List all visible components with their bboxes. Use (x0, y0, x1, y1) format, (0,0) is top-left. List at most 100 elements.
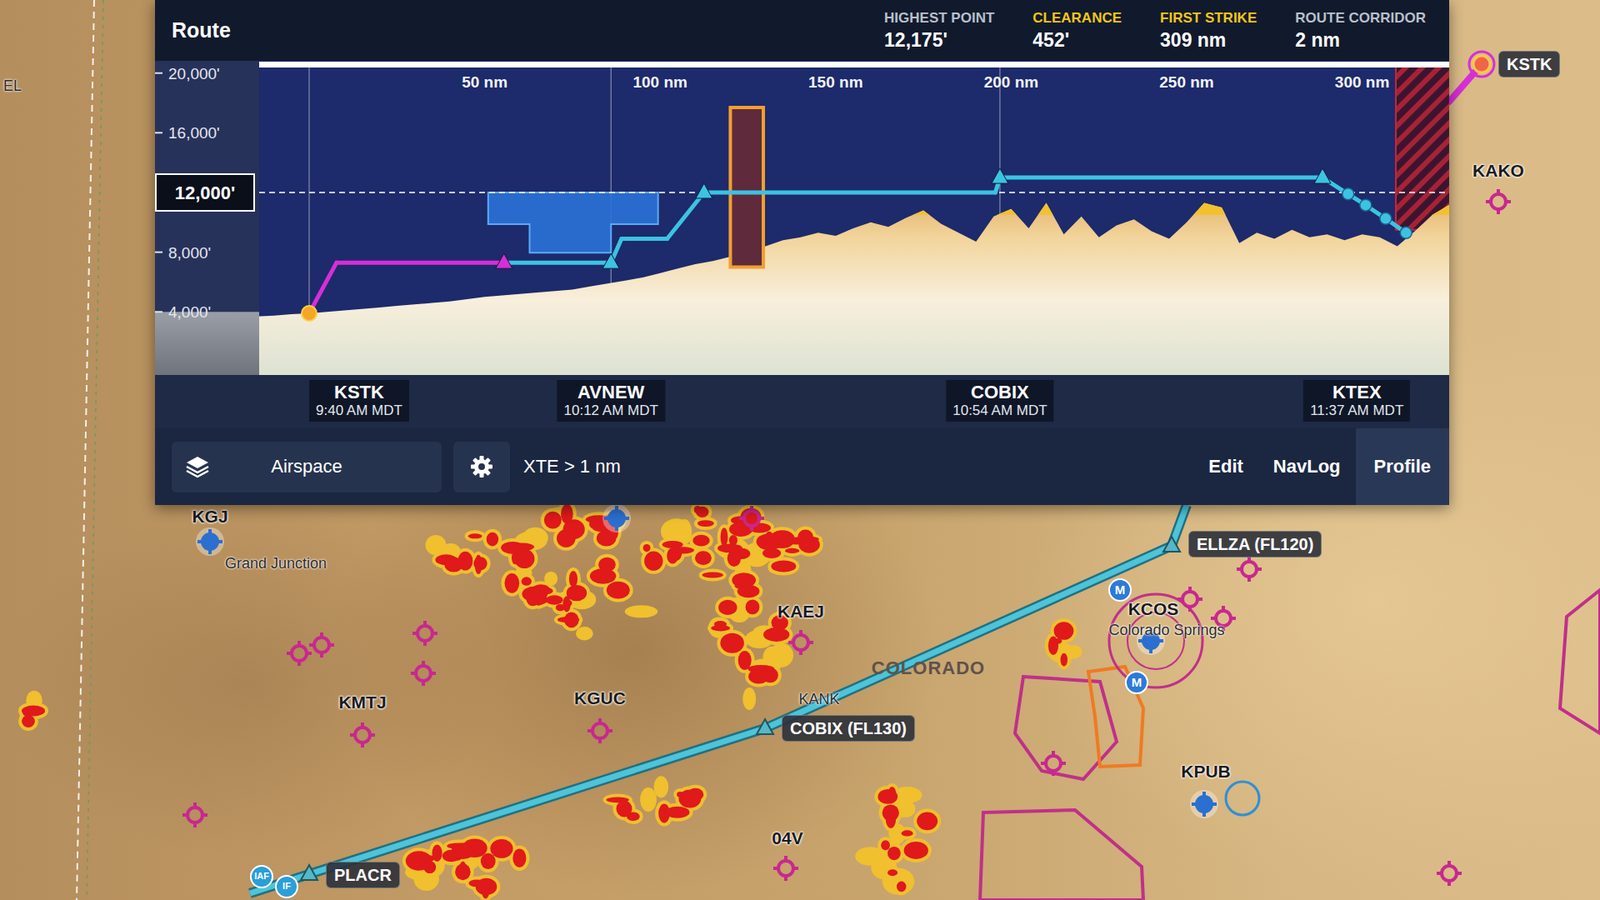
place-label[interactable]: Colorado Springs (1108, 621, 1225, 640)
towered-airport-icon[interactable] (602, 504, 631, 533)
fix-label[interactable]: PLACR (325, 861, 400, 889)
fix-pin-icon[interactable] (1163, 536, 1180, 552)
fix-pin-icon[interactable] (756, 719, 774, 735)
profile-toolbar: Airspace XTE > 1 nm EditNavLogProfile (155, 428, 1450, 505)
towered-label[interactable]: KGJ (191, 505, 228, 527)
place-label[interactable]: Grand Junction (225, 555, 327, 574)
origin-marker-icon[interactable] (301, 305, 317, 321)
stat-value: 2 nm (1295, 29, 1426, 52)
nontowered-airport-icon[interactable] (410, 660, 436, 686)
nontowered-pin-icon[interactable] (1485, 189, 1511, 215)
towered-pin-icon[interactable] (1190, 790, 1219, 819)
waypoint-name: COBIX (970, 382, 1030, 403)
stat-label: ROUTE CORRIDOR (1295, 10, 1426, 27)
nontowered-label[interactable]: KAEJ (777, 600, 825, 622)
descent-point-icon[interactable] (1342, 188, 1355, 200)
stat-label: FIRST STRIKE (1160, 10, 1257, 27)
descent-point-icon[interactable] (1360, 199, 1372, 211)
waypoint-time: 11:37 AM MDT (1310, 402, 1404, 420)
waypoint-chip[interactable]: KSTK9:40 AM MDT (309, 380, 410, 422)
waypoint-name: KSTK (334, 382, 385, 403)
descent-point-icon[interactable] (1400, 226, 1412, 239)
waypoint-chip[interactable]: COBIX10:54 AM MDT (945, 380, 1054, 422)
place-label[interactable]: EL (3, 77, 22, 96)
distance-tick: 50 nm (461, 73, 508, 91)
airspace-zone[interactable] (488, 192, 659, 253)
nontowered-label[interactable]: KAKO (1472, 160, 1525, 181)
airspace-layers-button[interactable]: Airspace (171, 441, 442, 493)
sky (155, 60, 1450, 375)
altitude-tick: 8,000' (168, 244, 211, 262)
altitude-tick: 20,000' (168, 65, 220, 83)
waypoint-marker-icon[interactable] (495, 253, 513, 269)
military-badge-text: M (1131, 675, 1143, 690)
nontowered-airport-icon[interactable] (1436, 860, 1462, 886)
nontowered-label[interactable]: 04V (771, 827, 803, 849)
waypoint-time: 10:12 AM MDT (564, 402, 659, 420)
towered-label[interactable]: KPUB (1180, 760, 1231, 782)
fix-label[interactable]: COBIX (FL130) (781, 715, 915, 742)
nontowered-airport-icon[interactable] (309, 632, 335, 658)
settings-button[interactable] (453, 441, 510, 493)
military-airport-icon[interactable]: M (1125, 671, 1148, 694)
selected-altitude[interactable]: 12,000' (155, 174, 255, 211)
route-leg[interactable] (504, 260, 611, 265)
towered-label[interactable]: KCOS (1128, 598, 1180, 620)
nontowered-airport-icon[interactable] (1177, 586, 1203, 612)
origin-pin-icon[interactable] (1469, 51, 1495, 77)
route-leg[interactable] (621, 236, 668, 241)
waypoint-time: 9:40 AM MDT (315, 402, 403, 420)
toolbar-tab[interactable]: Edit (1193, 428, 1259, 505)
waypoint-marker-icon[interactable] (695, 183, 713, 199)
waypoint-chip[interactable]: AVNEW10:12 AM MDT (557, 380, 665, 422)
waypoint-chip[interactable]: KTEX11:37 AM MDT (1303, 380, 1410, 422)
distance-tick: 250 nm (1159, 73, 1214, 91)
altitude-tick: 4,000' (168, 303, 211, 321)
nontowered-airport-icon[interactable] (412, 620, 438, 646)
approach-label[interactable]: IAF (250, 865, 274, 889)
axis-ground (155, 311, 260, 375)
fix-pin-icon[interactable] (300, 865, 318, 880)
toolbar-tab[interactable]: NavLog (1258, 428, 1356, 505)
waypoint-marker-icon[interactable] (1314, 168, 1331, 184)
nontowered-airport-icon[interactable] (1040, 750, 1066, 776)
descent-point-icon[interactable] (1380, 212, 1392, 225)
waypoint-marker-icon[interactable] (602, 253, 620, 269)
nontowered-pin-icon[interactable] (788, 630, 814, 655)
map-screen[interactable]: M M KSTK KAKO KGJ Grand Junction KMTJ KGUC KAEJ K… (0, 0, 1600, 900)
approach-label[interactable]: IF (275, 875, 299, 899)
route-leg[interactable] (667, 192, 705, 240)
route-leg[interactable] (704, 190, 996, 195)
route-leg[interactable] (309, 262, 337, 314)
nontowered-airport-icon[interactable] (182, 802, 208, 828)
restricted-zone[interactable] (730, 107, 764, 268)
nontowered-airport-icon[interactable] (286, 640, 312, 666)
waypoint-marker-icon[interactable] (991, 168, 1009, 184)
route-leg[interactable] (336, 260, 505, 265)
profile-chart[interactable]: 50 nm100 nm150 nm200 nm250 nm300 nm20,00… (155, 60, 1450, 375)
nontowered-pin-icon[interactable] (587, 718, 613, 744)
altitude-tick-group: 4,000' (155, 303, 211, 321)
nontowered-label[interactable]: KMTJ (338, 691, 386, 713)
place-label[interactable]: KANK (798, 690, 840, 710)
waypoint-time: 10:54 AM MDT (952, 402, 1047, 420)
nontowered-airport-icon[interactable] (1236, 556, 1262, 582)
toolbar-tab[interactable]: Profile (1355, 428, 1450, 505)
waypoint-name: KTEX (1332, 382, 1382, 403)
route-leg[interactable] (1000, 175, 1323, 180)
terrain (256, 203, 1450, 375)
region-label[interactable]: COLORADO (871, 657, 985, 680)
nontowered-pin-icon[interactable] (350, 722, 375, 748)
distance-tick: 100 nm (632, 73, 687, 91)
nontowered-airport-icon[interactable] (739, 505, 765, 531)
military-airport-icon[interactable]: M (1109, 579, 1131, 601)
stat-label: CLEARANCE (1032, 10, 1122, 27)
nontowered-label[interactable]: KGUC (574, 687, 626, 709)
fix-label[interactable]: ELLZA (FL120) (1188, 530, 1322, 558)
xte-setting: XTE > 1 nm (523, 455, 621, 478)
origin-label[interactable]: KSTK (1498, 50, 1560, 78)
nontowered-pin-icon[interactable] (773, 855, 799, 881)
stat-value: 12,175' (884, 29, 995, 52)
towered-pin-icon[interactable] (195, 527, 225, 556)
strike-zone[interactable] (1395, 65, 1450, 230)
